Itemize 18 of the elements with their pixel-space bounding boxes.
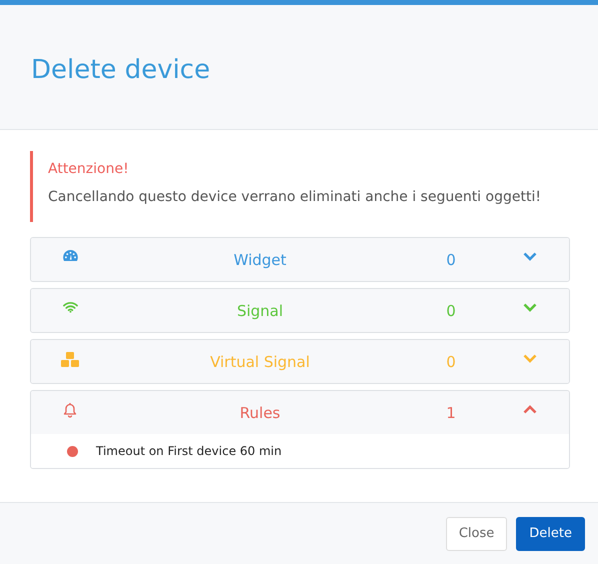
close-button[interactable]: Close <box>446 516 508 550</box>
chevron-down-icon <box>523 303 537 312</box>
wifi-icon <box>62 301 78 313</box>
chevron-down-icon <box>523 354 537 363</box>
list-item-text: Timeout on First device 60 min <box>96 444 282 458</box>
accordion-header[interactable]: Rules 1 <box>31 391 569 434</box>
bell-icon <box>63 403 77 418</box>
accordion-header[interactable]: Signal 0 <box>31 289 569 332</box>
delete-button[interactable]: Delete <box>516 516 585 550</box>
chevron-up-icon <box>523 405 537 414</box>
alert-title: Attenzione! <box>48 161 130 177</box>
cubes-icon <box>60 352 80 368</box>
dialog-title: Delete device <box>31 54 210 85</box>
gauge-icon <box>62 250 78 261</box>
alert-message: Cancellando questo device verrano eliminati anche i seguenti oggetti! <box>48 189 542 205</box>
accordion-header[interactable]: Virtual Signal 0 <box>31 340 569 383</box>
accordion-header[interactable]: Widget 0 <box>31 238 569 281</box>
chevron-down-icon <box>523 252 537 261</box>
